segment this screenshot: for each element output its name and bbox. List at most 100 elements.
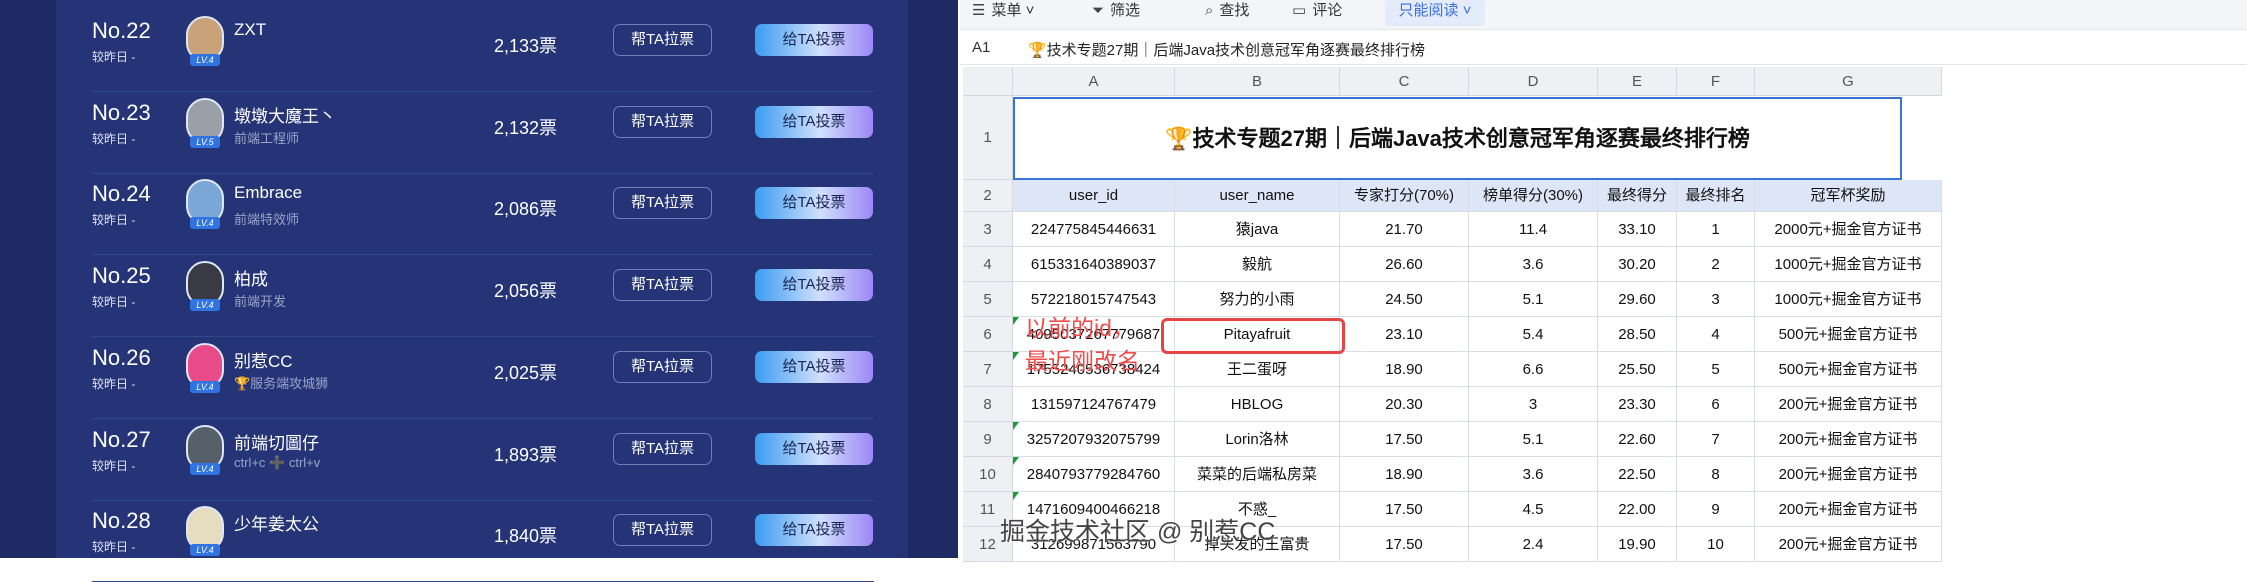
table-cell[interactable]: 26.60: [1340, 247, 1469, 282]
column-header[interactable]: D: [1469, 67, 1598, 96]
help-canvass-button[interactable]: 帮TA拉票: [613, 350, 712, 383]
filter-button[interactable]: ⏷ 筛选: [1092, 0, 1140, 22]
table-cell[interactable]: 6.6: [1469, 352, 1598, 387]
vote-button[interactable]: 给TA投票: [755, 514, 873, 547]
table-cell[interactable]: 5: [1677, 352, 1755, 387]
table-cell[interactable]: 29.60: [1598, 282, 1677, 317]
user-name[interactable]: Embrace: [234, 183, 302, 203]
table-cell[interactable]: 5.4: [1469, 317, 1598, 352]
header-cell[interactable]: 最终排名: [1677, 180, 1755, 212]
table-cell[interactable]: 5.1: [1469, 422, 1598, 457]
table-cell[interactable]: 131597124767479: [1013, 387, 1175, 422]
help-canvass-button[interactable]: 帮TA拉票: [613, 24, 712, 56]
header-cell[interactable]: 专家打分(70%): [1340, 180, 1469, 212]
table-cell[interactable]: 224775845446631: [1013, 212, 1175, 247]
table-cell[interactable]: 200元+掘金官方证书: [1755, 387, 1942, 422]
row-header[interactable]: 6: [963, 317, 1013, 352]
help-canvass-button[interactable]: 帮TA拉票: [613, 432, 712, 465]
vote-button[interactable]: 给TA投票: [755, 24, 873, 56]
table-cell[interactable]: 1000元+掘金官方证书: [1755, 282, 1942, 317]
vote-button[interactable]: 给TA投票: [755, 350, 873, 383]
table-cell[interactable]: 4: [1677, 317, 1755, 352]
table-cell[interactable]: 3: [1469, 387, 1598, 422]
table-cell[interactable]: 菜菜的后端私房菜: [1175, 457, 1340, 492]
table-cell[interactable]: 200元+掘金官方证书: [1755, 492, 1942, 527]
formula-content[interactable]: 🏆技术专题27期｜后端Java技术创意冠军角逐赛最终排行榜: [1028, 39, 1425, 60]
table-cell[interactable]: 500元+掘金官方证书: [1755, 317, 1942, 352]
table-cell[interactable]: 28.50: [1598, 317, 1677, 352]
table-cell[interactable]: 200元+掘金官方证书: [1755, 422, 1942, 457]
table-cell[interactable]: 9: [1677, 492, 1755, 527]
table-cell[interactable]: Lorin洛林: [1175, 422, 1340, 457]
table-cell[interactable]: 7: [1677, 422, 1755, 457]
table-cell[interactable]: 3: [1677, 282, 1755, 317]
table-cell[interactable]: 200元+掘金官方证书: [1755, 527, 1942, 562]
header-cell[interactable]: user_name: [1175, 180, 1340, 212]
find-button[interactable]: ⌕ 查找: [1205, 0, 1249, 22]
help-canvass-button[interactable]: 帮TA拉票: [613, 514, 712, 547]
table-cell[interactable]: 23.10: [1340, 317, 1469, 352]
header-cell[interactable]: 榜单得分(30%): [1469, 180, 1598, 212]
user-name[interactable]: ZXT: [234, 20, 266, 40]
table-cell[interactable]: 毅航: [1175, 247, 1340, 282]
table-cell[interactable]: 1: [1677, 212, 1755, 247]
table-cell[interactable]: 200元+掘金官方证书: [1755, 457, 1942, 492]
help-canvass-button[interactable]: 帮TA拉票: [613, 269, 712, 302]
vote-button[interactable]: 给TA投票: [755, 269, 873, 302]
table-cell[interactable]: 17.50: [1340, 527, 1469, 562]
row-header[interactable]: 2: [963, 180, 1013, 212]
row-header[interactable]: 1: [963, 96, 1013, 180]
table-cell[interactable]: 11.4: [1469, 212, 1598, 247]
column-header[interactable]: B: [1175, 67, 1340, 96]
table-cell[interactable]: 努力的小雨: [1175, 282, 1340, 317]
table-cell[interactable]: 24.50: [1340, 282, 1469, 317]
table-cell[interactable]: 5.1: [1469, 282, 1598, 317]
table-cell[interactable]: 10: [1677, 527, 1755, 562]
header-cell[interactable]: 最终得分: [1598, 180, 1677, 212]
table-cell[interactable]: 500元+掘金官方证书: [1755, 352, 1942, 387]
row-header[interactable]: 9: [963, 422, 1013, 457]
table-cell[interactable]: 4.5: [1469, 492, 1598, 527]
select-all-corner[interactable]: [963, 67, 1013, 96]
column-header[interactable]: E: [1598, 67, 1677, 96]
table-cell[interactable]: HBLOG: [1175, 387, 1340, 422]
row-header[interactable]: 10: [963, 457, 1013, 492]
table-cell[interactable]: 615331640389037: [1013, 247, 1175, 282]
column-header[interactable]: G: [1755, 67, 1942, 96]
help-canvass-button[interactable]: 帮TA拉票: [613, 187, 712, 220]
user-name[interactable]: 少年姜太公: [234, 510, 319, 535]
user-name[interactable]: 墩墩大魔王丶: [234, 102, 336, 127]
table-cell[interactable]: 2: [1677, 247, 1755, 282]
comment-button[interactable]: ▭ 评论: [1292, 0, 1342, 22]
table-cell[interactable]: 1000元+掘金官方证书: [1755, 247, 1942, 282]
cell-reference[interactable]: A1: [972, 39, 990, 56]
read-only-mode-dropdown[interactable]: 只能阅读 ˅: [1385, 0, 1485, 26]
header-cell[interactable]: user_id: [1013, 180, 1175, 212]
table-cell[interactable]: 17.50: [1340, 492, 1469, 527]
table-cell[interactable]: 2840793779284760: [1013, 457, 1175, 492]
column-header[interactable]: C: [1340, 67, 1469, 96]
table-cell[interactable]: 18.90: [1340, 457, 1469, 492]
user-name[interactable]: 前端切圖仔: [234, 429, 319, 454]
table-cell[interactable]: 猿java: [1175, 212, 1340, 247]
table-cell[interactable]: 22.60: [1598, 422, 1677, 457]
vote-button[interactable]: 给TA投票: [755, 432, 873, 465]
row-header[interactable]: 3: [963, 212, 1013, 247]
table-cell[interactable]: 6: [1677, 387, 1755, 422]
user-name[interactable]: 柏成: [234, 265, 268, 290]
table-cell[interactable]: 2.4: [1469, 527, 1598, 562]
table-cell[interactable]: 25.50: [1598, 352, 1677, 387]
user-name[interactable]: 别惹CC: [234, 347, 293, 372]
table-cell[interactable]: 3.6: [1469, 457, 1598, 492]
table-cell[interactable]: 3.6: [1469, 247, 1598, 282]
table-cell[interactable]: 2000元+掘金官方证书: [1755, 212, 1942, 247]
column-header[interactable]: A: [1013, 67, 1175, 96]
vote-button[interactable]: 给TA投票: [755, 187, 873, 220]
table-cell[interactable]: 王二蛋呀: [1175, 352, 1340, 387]
table-cell[interactable]: 18.90: [1340, 352, 1469, 387]
table-cell[interactable]: 21.70: [1340, 212, 1469, 247]
vote-button[interactable]: 给TA投票: [755, 105, 873, 138]
table-cell[interactable]: 19.90: [1598, 527, 1677, 562]
table-cell[interactable]: 30.20: [1598, 247, 1677, 282]
row-header[interactable]: 4: [963, 247, 1013, 282]
